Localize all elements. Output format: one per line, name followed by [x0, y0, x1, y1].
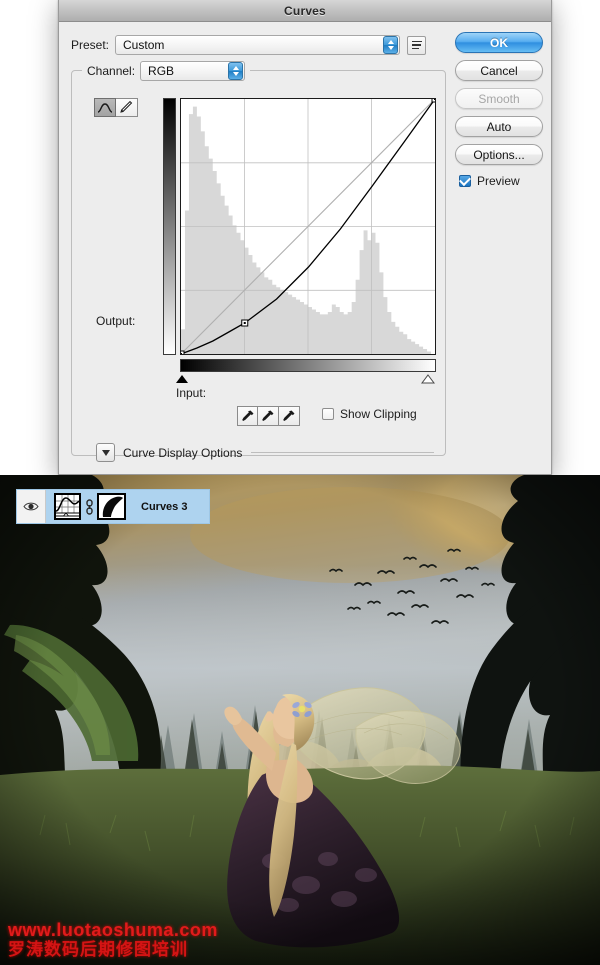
curve-display-options-disclosure[interactable] — [96, 443, 115, 462]
smooth-button: Smooth — [455, 88, 543, 109]
show-clipping-checkbox[interactable] — [322, 408, 334, 420]
eyedropper-icon — [241, 410, 253, 421]
preset-dropdown[interactable]: Custom — [115, 35, 401, 55]
input-gradient-bar — [180, 359, 436, 372]
curve-display-options-label: Curve Display Options — [123, 445, 243, 460]
curves-adjustment-icon — [55, 495, 80, 518]
curve-plot-area[interactable] — [180, 98, 436, 355]
composite-artwork — [0, 475, 600, 965]
dialog-titlebar[interactable]: Curves — [59, 0, 551, 22]
pencil-icon — [120, 101, 133, 113]
curve-icon — [97, 102, 113, 113]
channel-value: RGB — [148, 64, 175, 78]
curves-dialog: Curves Preset: Custom Channel: RGB Outpu… — [58, 0, 552, 475]
layer-visibility-toggle[interactable] — [17, 490, 46, 523]
layer-mask-link-icon[interactable] — [84, 498, 94, 515]
eyedropper-icon — [283, 410, 295, 421]
eye-icon — [23, 502, 39, 511]
curves-adjustment-thumbnail[interactable] — [54, 493, 81, 520]
set-gray-point-eyedropper[interactable] — [258, 406, 279, 426]
preview-label: Preview — [477, 174, 520, 188]
channel-group: Channel: RGB Output: Input: Show Clippin… — [71, 61, 446, 462]
layer-mask-icon — [99, 495, 124, 518]
show-clipping-row[interactable]: Show Clipping — [322, 407, 417, 421]
output-label: Output: — [96, 314, 136, 328]
photo-canvas[interactable] — [0, 475, 600, 965]
layer-row[interactable]: Curves 3 — [16, 489, 210, 524]
ok-button[interactable]: OK — [455, 32, 543, 53]
preset-value: Custom — [123, 38, 165, 52]
channel-dropdown[interactable]: RGB — [140, 61, 246, 81]
layer-name-label: Curves 3 — [141, 500, 188, 513]
cancel-button[interactable]: Cancel — [455, 60, 543, 81]
output-gradient-bar — [163, 98, 176, 355]
eyedropper-group — [237, 406, 300, 426]
channel-stepper-arrows[interactable] — [228, 62, 244, 80]
curve-display-options-row[interactable]: Curve Display Options — [96, 443, 436, 462]
black-point-slider[interactable] — [176, 375, 188, 383]
watermark-url: www.luotaoshuma.com — [8, 920, 218, 940]
curve-tools — [94, 98, 138, 117]
screenshot-root: Curves Preset: Custom Channel: RGB Outpu… — [0, 0, 600, 965]
set-white-point-eyedropper[interactable] — [279, 406, 300, 426]
channel-label: Channel: — [87, 64, 136, 78]
set-black-point-eyedropper[interactable] — [237, 406, 258, 426]
preview-checkbox[interactable] — [458, 173, 472, 187]
preset-stepper-arrows[interactable] — [383, 36, 399, 54]
chevron-down-icon — [101, 449, 110, 456]
show-clipping-label: Show Clipping — [340, 407, 417, 421]
preset-label: Preset: — [71, 38, 110, 52]
curve-edit-tool[interactable] — [94, 98, 116, 117]
auto-button[interactable]: Auto — [455, 116, 543, 137]
dialog-button-column: OK Cancel Smooth Auto Options... Preview — [455, 32, 543, 188]
layer-mask-thumbnail[interactable] — [97, 493, 126, 520]
curve-plot-svg — [181, 99, 435, 354]
options-button[interactable]: Options... — [455, 144, 543, 165]
preset-row: Preset: Custom — [71, 34, 491, 56]
eyedropper-icon — [262, 410, 274, 421]
pencil-tool[interactable] — [116, 98, 138, 117]
link-icon — [85, 498, 93, 515]
preset-menu-icon[interactable] — [407, 35, 427, 55]
dialog-body: Preset: Custom Channel: RGB Output: Inpu… — [59, 22, 551, 474]
watermark: www.luotaoshuma.com 罗涛数码后期修图培训 — [8, 920, 268, 959]
white-point-slider[interactable] — [421, 374, 435, 384]
list-icon — [411, 40, 422, 50]
watermark-chinese-text: 罗涛数码后期修图培训 — [8, 940, 188, 959]
preview-row[interactable]: Preview — [458, 173, 543, 188]
section-divider — [251, 452, 434, 453]
dialog-title: Curves — [284, 3, 326, 18]
input-label: Input: — [176, 386, 207, 400]
channel-row: Channel: RGB — [82, 61, 251, 81]
